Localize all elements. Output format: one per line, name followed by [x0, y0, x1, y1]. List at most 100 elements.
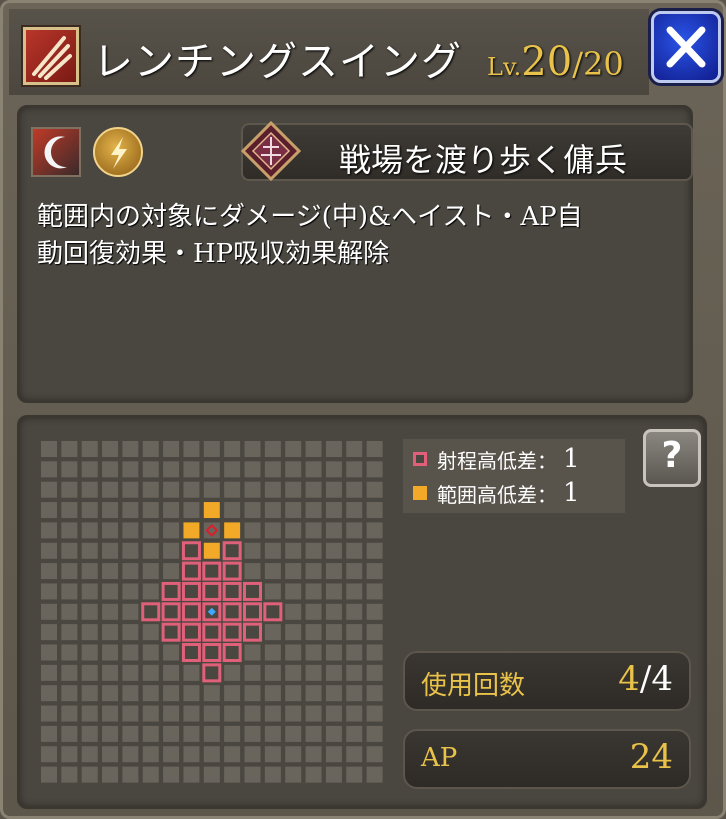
- range-cell: [222, 602, 242, 622]
- grid-cell: [346, 746, 363, 763]
- skill-title: レンチングスイング: [93, 39, 462, 85]
- grid-cell: [285, 685, 302, 702]
- grid-cell: [224, 664, 241, 681]
- range-grid: [39, 439, 385, 785]
- grid-cell: [305, 725, 322, 742]
- uses-label: 使用回数: [421, 671, 526, 701]
- range-cell: [202, 643, 222, 662]
- range-cell: [222, 622, 242, 642]
- skill-level: Lv.20/20: [487, 39, 624, 85]
- grid-cell: [285, 624, 302, 641]
- grid-cell: [102, 624, 119, 641]
- grid-cell: [61, 746, 78, 763]
- range-cell: [243, 581, 262, 601]
- grid-cell: [122, 624, 139, 641]
- area-cell: [203, 542, 220, 559]
- grid-cell: [203, 725, 220, 742]
- grid-cell: [102, 725, 119, 742]
- grid-cell: [346, 441, 363, 457]
- range-cell: [222, 541, 242, 561]
- grid-cell: [264, 746, 281, 763]
- grid-cell: [264, 481, 281, 498]
- grid-cell: [41, 603, 57, 620]
- uses-box: 使用回数 4/4: [403, 651, 691, 711]
- range-cell: [202, 561, 222, 581]
- grid-cell: [203, 766, 220, 783]
- grid-cell: [244, 502, 261, 519]
- help-button[interactable]: ?: [643, 429, 701, 487]
- grid-cell: [102, 542, 119, 559]
- grid-cell: [122, 481, 139, 498]
- grid-cell: [285, 766, 302, 783]
- grid-cell: [285, 664, 302, 681]
- close-button[interactable]: [651, 11, 721, 83]
- grid-cell: [366, 746, 383, 763]
- grid-cell: [142, 542, 159, 559]
- grid-cell: [102, 705, 119, 722]
- grid-cell: [61, 685, 78, 702]
- grid-cell: [122, 603, 139, 620]
- skill-info-panel: 戦場を渡り歩く傭兵 範囲内の対象にダメージ(中)&ヘイスト・AP自 動回復効果・…: [17, 105, 693, 403]
- grid-cell: [102, 481, 119, 498]
- grid-cell: [163, 461, 180, 478]
- grid-cell: [264, 705, 281, 722]
- grid-cell: [81, 644, 98, 661]
- close-x-icon: [666, 26, 706, 68]
- grid-cell: [346, 725, 363, 742]
- grid-cell: [41, 746, 57, 763]
- grid-cell: [224, 502, 241, 519]
- grid-cell: [244, 746, 261, 763]
- grid-cell: [163, 685, 180, 702]
- range-grid-map: [41, 441, 383, 783]
- grid-cell: [264, 441, 281, 457]
- grid-cell: [142, 664, 159, 681]
- grid-cell: [346, 481, 363, 498]
- question-mark-icon: ?: [661, 435, 683, 476]
- grid-cell: [264, 685, 281, 702]
- grid-cell: [366, 502, 383, 519]
- grid-cell: [224, 766, 241, 783]
- grid-cell: [102, 502, 119, 519]
- grid-cell: [346, 522, 363, 539]
- grid-cell: [244, 644, 261, 661]
- grid-cell: [285, 522, 302, 539]
- grid-cell: [285, 461, 302, 478]
- grid-cell: [122, 522, 139, 539]
- area-swatch: [413, 486, 427, 500]
- grid-cell: [346, 644, 363, 661]
- grid-cell: [163, 522, 180, 539]
- grid-cell: [183, 705, 200, 722]
- grid-cell: [203, 746, 220, 763]
- grid-cell: [264, 624, 281, 641]
- grid-cell: [122, 644, 139, 661]
- grid-cell: [61, 542, 78, 559]
- grid-cell: [142, 563, 159, 580]
- grid-cell: [264, 502, 281, 519]
- grid-cell: [142, 705, 159, 722]
- grid-cell: [366, 603, 383, 620]
- grid-cell: [346, 583, 363, 600]
- grid-cell: [285, 603, 302, 620]
- grid-cell: [183, 725, 200, 742]
- grid-cell: [285, 583, 302, 600]
- grid-cell: [163, 542, 180, 559]
- grid-cell: [366, 644, 383, 661]
- area-height-row: 範囲高低差： 1: [413, 477, 580, 509]
- grid-cell: [366, 563, 383, 580]
- height-legend: 射程高低差： 1 範囲高低差： 1: [403, 439, 625, 513]
- grid-cell: [122, 705, 139, 722]
- range-cell: [181, 561, 201, 581]
- grid-cell: [305, 705, 322, 722]
- grid-cell: [264, 644, 281, 661]
- grid-cell: [203, 685, 220, 702]
- grid-cell: [163, 441, 180, 457]
- grid-cell: [325, 461, 342, 478]
- grid-cell: [224, 441, 241, 457]
- range-cell: [222, 643, 242, 662]
- grid-cell: [305, 542, 322, 559]
- grid-cell: [305, 563, 322, 580]
- grid-cell: [244, 542, 261, 559]
- range-cell: [263, 602, 283, 622]
- grid-cell: [285, 705, 302, 722]
- grid-cell: [305, 522, 322, 539]
